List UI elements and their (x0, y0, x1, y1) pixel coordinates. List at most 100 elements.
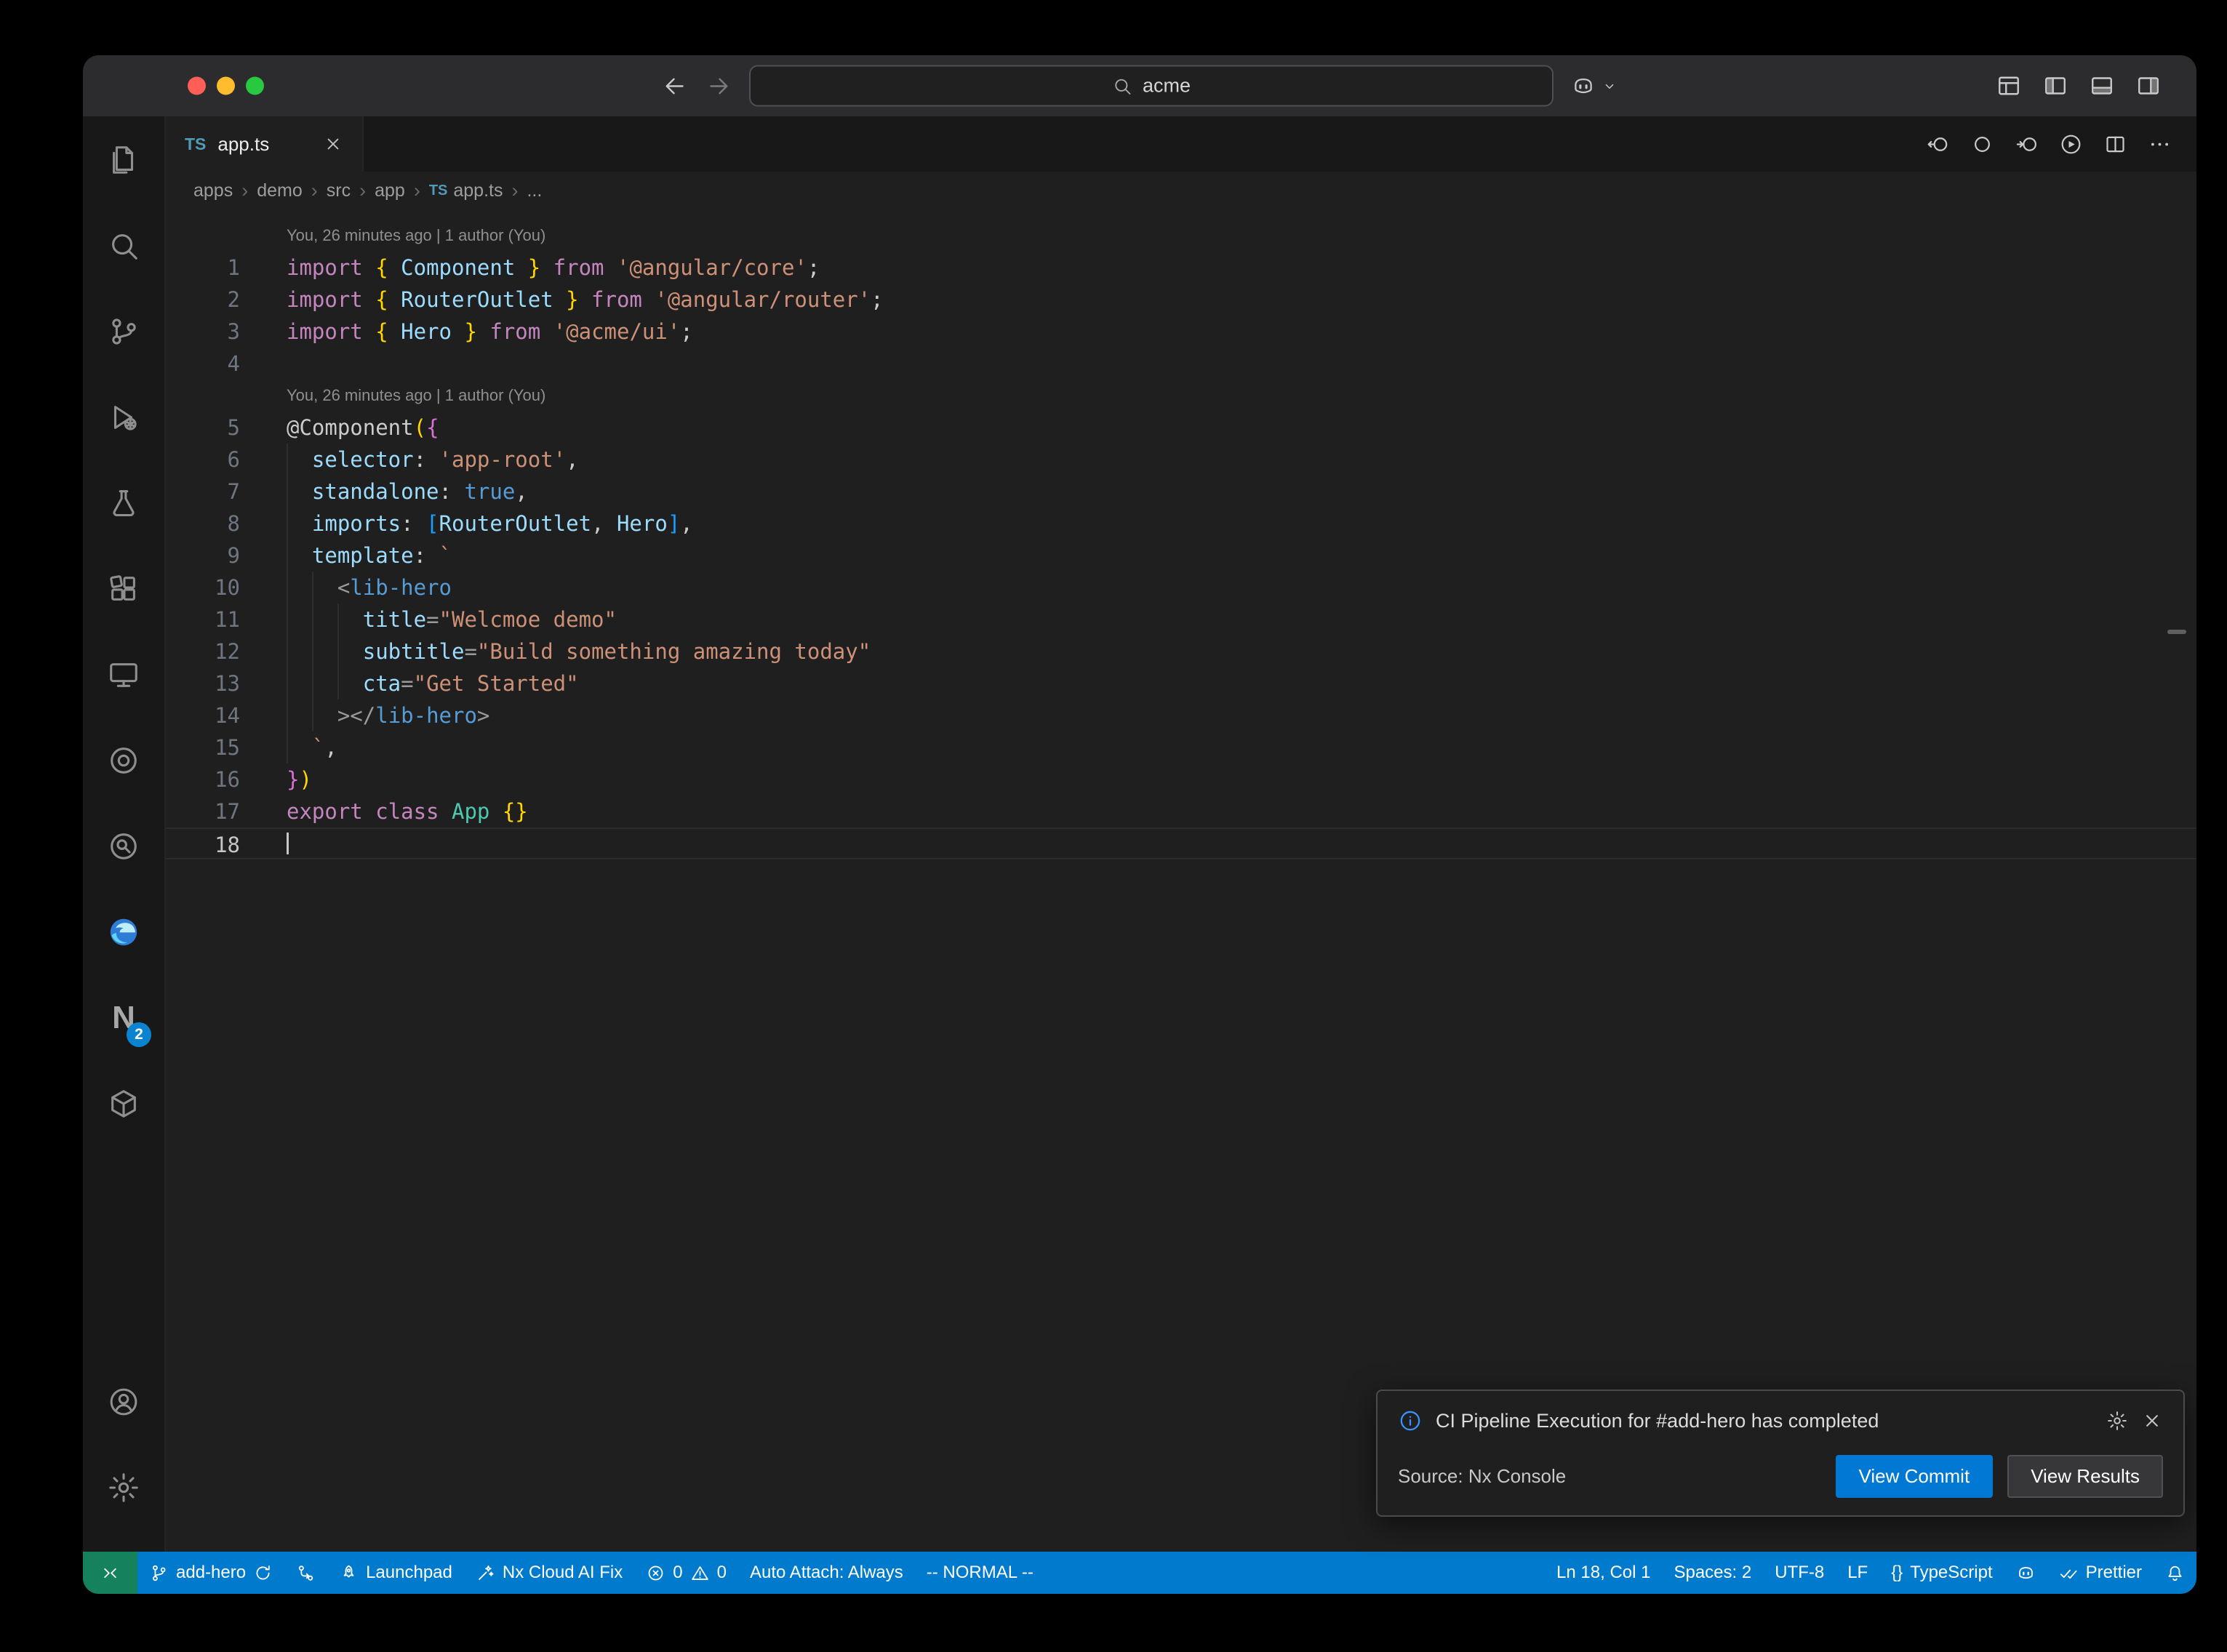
code-line-10[interactable]: 10 <lib-hero (166, 572, 2196, 604)
toggle-primary-sidebar-button[interactable] (2042, 73, 2068, 99)
statusbar-gitlens-launchpad[interactable]: Launchpad (327, 1552, 464, 1594)
zoom-window-button[interactable] (246, 77, 264, 95)
code-line-14[interactable]: 14 ></lib-hero> (166, 699, 2196, 731)
toggle-file-heatmap-button[interactable] (2015, 132, 2039, 156)
code-line-6[interactable]: 6 selector: 'app-root', (166, 444, 2196, 476)
code-line-3[interactable]: 3import { Hero } from '@acme/ui'; (166, 316, 2196, 348)
breadcrumb-item-app-ts[interactable]: TSapp.ts (429, 180, 503, 201)
line-number[interactable]: 18 (166, 829, 240, 858)
notification-settings-icon[interactable] (2106, 1410, 2128, 1432)
statusbar-indentation[interactable]: Spaces: 2 (1662, 1552, 1763, 1594)
activitybar-item-explorer[interactable] (89, 125, 159, 195)
toggle-file-changes-button[interactable] (1970, 132, 1994, 156)
statusbar-copilot-status[interactable] (2004, 1552, 2047, 1594)
breadcrumb-item-src[interactable]: src (327, 180, 351, 201)
line-number[interactable]: 2 (166, 284, 240, 316)
activitybar-item-package-explorer[interactable] (89, 1069, 159, 1139)
activitybar-item-edge-devtools[interactable] (89, 897, 159, 967)
go-back-button[interactable] (662, 73, 688, 99)
line-number[interactable]: 10 (166, 572, 240, 604)
line-number[interactable]: 13 (166, 667, 240, 699)
codelens-row[interactable]: You, 26 minutes ago | 1 author (You) (166, 220, 2196, 252)
statusbar-auto-attach[interactable]: Auto Attach: Always (738, 1552, 915, 1594)
activitybar-item-source-control[interactable] (89, 297, 159, 366)
code-line-15[interactable]: 15 `, (166, 731, 2196, 763)
line-number[interactable]: 14 (166, 699, 240, 731)
codelens-row[interactable]: You, 26 minutes ago | 1 author (You) (166, 380, 2196, 412)
code-line-12[interactable]: 12 subtitle="Build something amazing tod… (166, 635, 2196, 667)
view-commit-button[interactable]: View Commit (1836, 1455, 1994, 1498)
view-results-button[interactable]: View Results (2007, 1455, 2163, 1498)
code-line-2[interactable]: 2import { RouterOutlet } from '@angular/… (166, 284, 2196, 316)
line-number[interactable]: 15 (166, 731, 240, 763)
activitybar-item-remote-explorer[interactable] (89, 640, 159, 710)
code-line-11[interactable]: 11 title="Welcmoe demo" (166, 604, 2196, 635)
line-number[interactable]: 16 (166, 763, 240, 795)
breadcrumb-item--[interactable]: ... (527, 180, 542, 201)
code-line-16[interactable]: 16}) (166, 763, 2196, 795)
code-line-1[interactable]: 1import { Component } from '@angular/cor… (166, 252, 2196, 284)
statusbar-vim-mode[interactable]: -- NORMAL -- (915, 1552, 1045, 1594)
statusbar-cursor-position[interactable]: Ln 18, Col 1 (1545, 1552, 1662, 1594)
breadcrumb-item-demo[interactable]: demo (257, 180, 303, 201)
line-number[interactable]: 8 (166, 508, 240, 540)
statusbar-git-compare[interactable] (284, 1552, 327, 1594)
code-line-7[interactable]: 7 standalone: true, (166, 476, 2196, 508)
codelens-annotation[interactable]: You, 26 minutes ago | 1 author (You) (287, 380, 2196, 412)
more-actions-button[interactable] (2148, 132, 2172, 156)
activitybar-item-gitlens[interactable] (89, 726, 159, 795)
line-number[interactable]: 5 (166, 412, 240, 444)
notification-close-icon[interactable] (2141, 1410, 2163, 1432)
activitybar-item-extensions[interactable] (89, 554, 159, 624)
command-center-search[interactable]: acme (749, 65, 1554, 107)
code-line-13[interactable]: 13 cta="Get Started" (166, 667, 2196, 699)
activitybar-item-testing[interactable] (89, 468, 159, 538)
statusbar-problems[interactable]: 00 (634, 1552, 738, 1594)
go-forward-button[interactable] (705, 73, 732, 99)
minimize-window-button[interactable] (217, 77, 235, 95)
breadcrumb-item-app[interactable]: app (375, 180, 405, 201)
copilot-menu[interactable] (1571, 73, 1618, 98)
code-line-17[interactable]: 17export class App {} (166, 795, 2196, 827)
activitybar-item-run-and-debug[interactable] (89, 382, 159, 452)
line-number[interactable]: 9 (166, 540, 240, 572)
codelens-annotation[interactable]: You, 26 minutes ago | 1 author (You) (287, 220, 2196, 252)
customize-layout-button[interactable] (1996, 73, 2022, 99)
split-editor-button[interactable] (2103, 132, 2127, 156)
statusbar-notifications[interactable] (2154, 1552, 2196, 1594)
activitybar-item-accounts[interactable] (89, 1367, 159, 1437)
line-number[interactable]: 12 (166, 635, 240, 667)
statusbar-end-of-line[interactable]: LF (1836, 1552, 1879, 1594)
code-editor[interactable]: You, 26 minutes ago | 1 author (You)1imp… (166, 209, 2196, 1552)
toggle-panel-button[interactable] (2089, 73, 2115, 99)
statusbar-git-branch[interactable]: add-hero (137, 1552, 284, 1594)
line-number[interactable]: 3 (166, 316, 240, 348)
line-number[interactable]: 1 (166, 252, 240, 284)
toggle-file-blame-button[interactable] (1926, 132, 1950, 156)
line-number[interactable]: 7 (166, 476, 240, 508)
statusbar-nx-cloud-ai-fix[interactable]: Nx Cloud AI Fix (464, 1552, 634, 1594)
statusbar-encoding[interactable]: UTF-8 (1763, 1552, 1836, 1594)
line-number[interactable]: 11 (166, 604, 240, 635)
tab-app-ts[interactable]: TS app.ts (166, 116, 364, 172)
breadcrumb-item-apps[interactable]: apps (193, 180, 233, 201)
toggle-secondary-sidebar-button[interactable] (2135, 73, 2162, 99)
activitybar-item-search-and-compare[interactable] (89, 811, 159, 881)
statusbar-remote-indicator[interactable] (83, 1552, 137, 1594)
statusbar-formatter-prettier[interactable]: Prettier (2047, 1552, 2154, 1594)
run-file-button[interactable] (2059, 132, 2083, 156)
code-line-4[interactable]: 4 (166, 348, 2196, 380)
code-line-9[interactable]: 9 template: ` (166, 540, 2196, 572)
activitybar-item-nx-console[interactable]: N2 (89, 983, 159, 1053)
line-number[interactable]: 6 (166, 444, 240, 476)
code-line-18[interactable]: 18 (166, 827, 2196, 859)
code-line-5[interactable]: 5@Component({ (166, 412, 2196, 444)
line-number[interactable]: 4 (166, 348, 240, 380)
activitybar-item-search[interactable] (89, 211, 159, 281)
code-line-8[interactable]: 8 imports: [RouterOutlet, Hero], (166, 508, 2196, 540)
line-number[interactable]: 17 (166, 795, 240, 827)
statusbar-language-mode[interactable]: {}TypeScript (1879, 1552, 2004, 1594)
close-window-button[interactable] (188, 77, 206, 95)
activitybar-item-manage[interactable] (89, 1453, 159, 1523)
close-tab-button[interactable] (323, 134, 343, 154)
